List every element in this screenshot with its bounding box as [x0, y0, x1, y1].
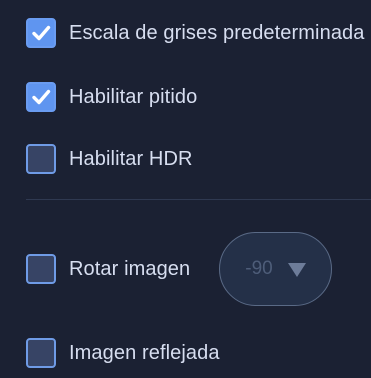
grayscale-default-checkbox[interactable] — [26, 18, 56, 48]
section-divider — [26, 199, 371, 200]
mirror-image-label: Imagen reflejada — [69, 341, 220, 364]
mirror-image-option[interactable]: Imagen reflejada — [26, 336, 220, 370]
check-icon — [32, 89, 51, 105]
enable-beep-option[interactable]: Habilitar pitido — [26, 80, 197, 114]
rotation-select[interactable]: -90 — [219, 232, 332, 306]
check-icon — [32, 25, 51, 41]
rotation-select-value: -90 — [245, 258, 273, 279]
mirror-image-checkbox[interactable] — [26, 338, 56, 368]
rotate-image-checkbox[interactable] — [26, 254, 56, 284]
settings-panel: Escala de grises predeterminada Habilita… — [0, 0, 371, 378]
chevron-down-icon — [287, 263, 306, 277]
enable-beep-checkbox[interactable] — [26, 82, 56, 112]
enable-hdr-label: Habilitar HDR — [69, 147, 193, 170]
grayscale-default-option[interactable]: Escala de grises predeterminada — [26, 16, 364, 50]
grayscale-default-label: Escala de grises predeterminada — [69, 21, 365, 44]
rotate-image-option[interactable]: Rotar imagen — [26, 252, 190, 286]
enable-hdr-checkbox[interactable] — [26, 144, 56, 174]
enable-beep-label: Habilitar pitido — [69, 85, 198, 108]
rotate-image-label: Rotar imagen — [69, 257, 191, 280]
enable-hdr-option[interactable]: Habilitar HDR — [26, 142, 193, 176]
